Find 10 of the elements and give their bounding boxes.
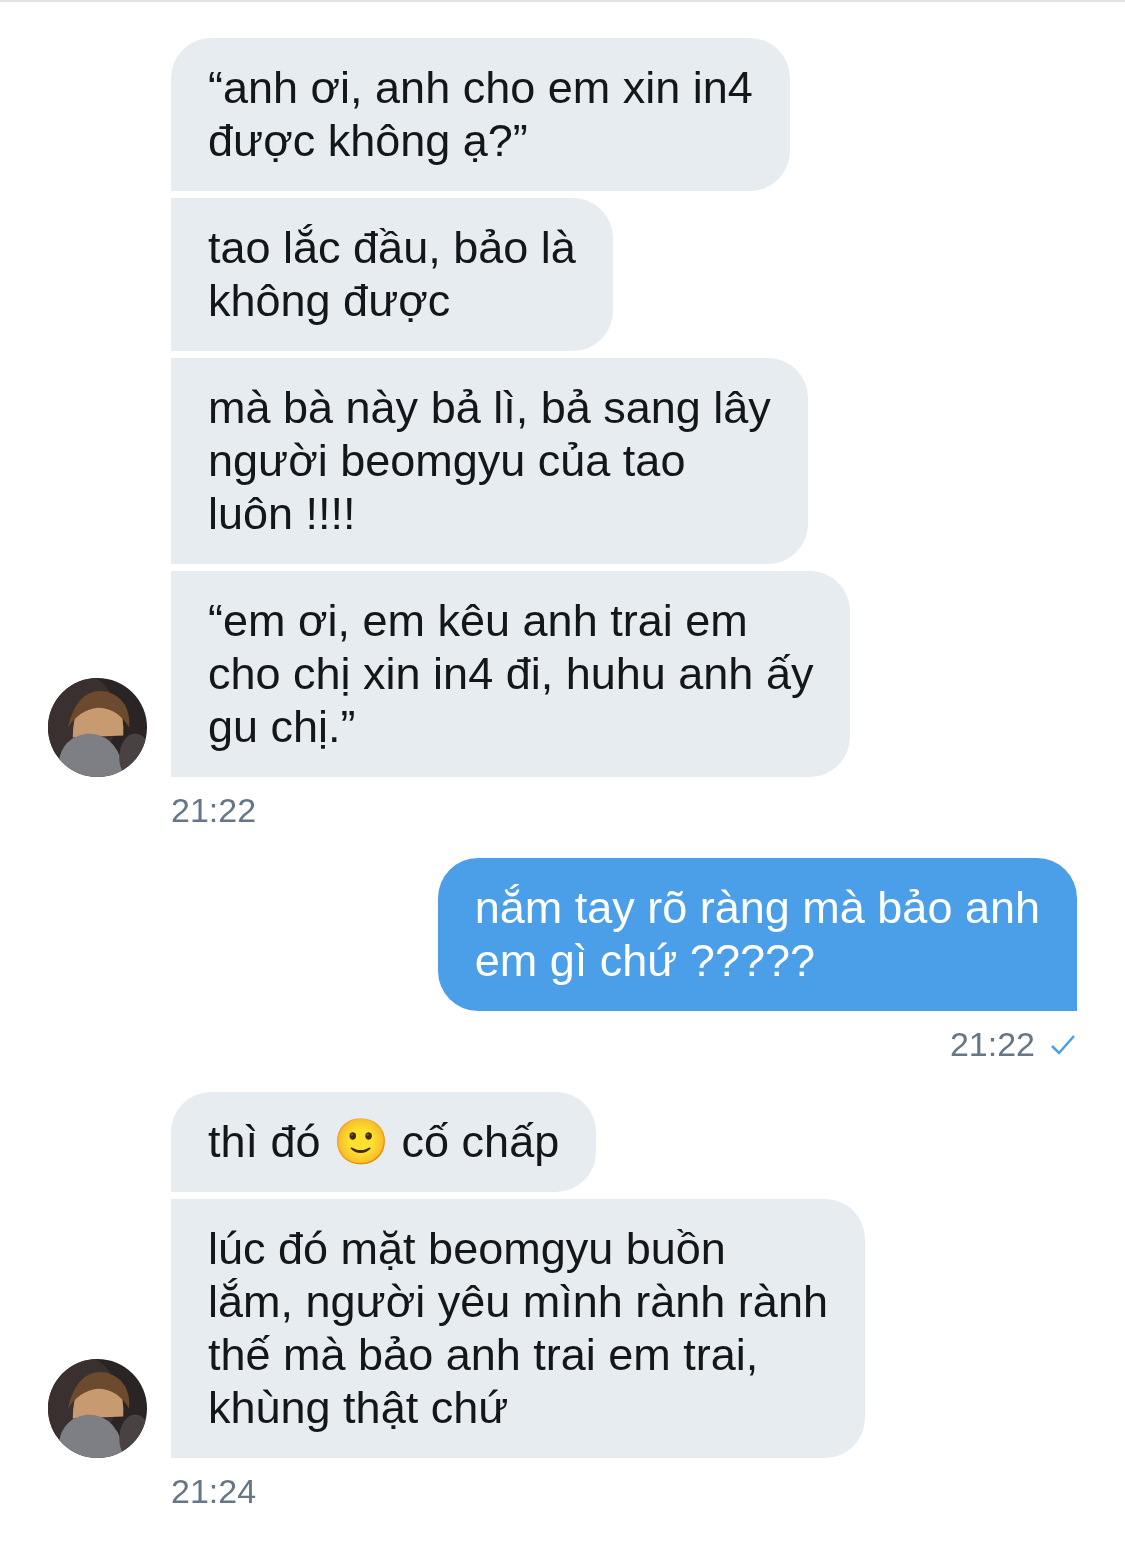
message-bubble: thì đó 🙂 cố chấp [171,1092,597,1192]
message-bubble: nắm tay rõ ràng mà bảo anh em gì chứ ????? [437,858,1077,1011]
timestamp: 21:22 [949,1025,1035,1064]
message-bubble: “anh ơi, anh cho em xin in4 được không ạ?” [171,38,790,191]
timestamp: 21:22 [171,791,257,830]
message-bubble: tao lắc đầu, bảo là không được [171,198,613,351]
timestamp: 21:24 [171,1472,257,1511]
message-bubble: lúc đó mặt beomgyu buồn lắm, người yêu mình rành rành thế mà bảo anh trai em trai, khùng thật chứ [171,1199,865,1458]
message-bubble: “em ơi, em kêu anh trai em cho chị xin in4 đi, huhu anh ấy gu chị.” [171,571,851,777]
message-bubble: mà bà này bả lì, bả sang lây người beomgyu của tao luôn !!!! [171,358,808,564]
